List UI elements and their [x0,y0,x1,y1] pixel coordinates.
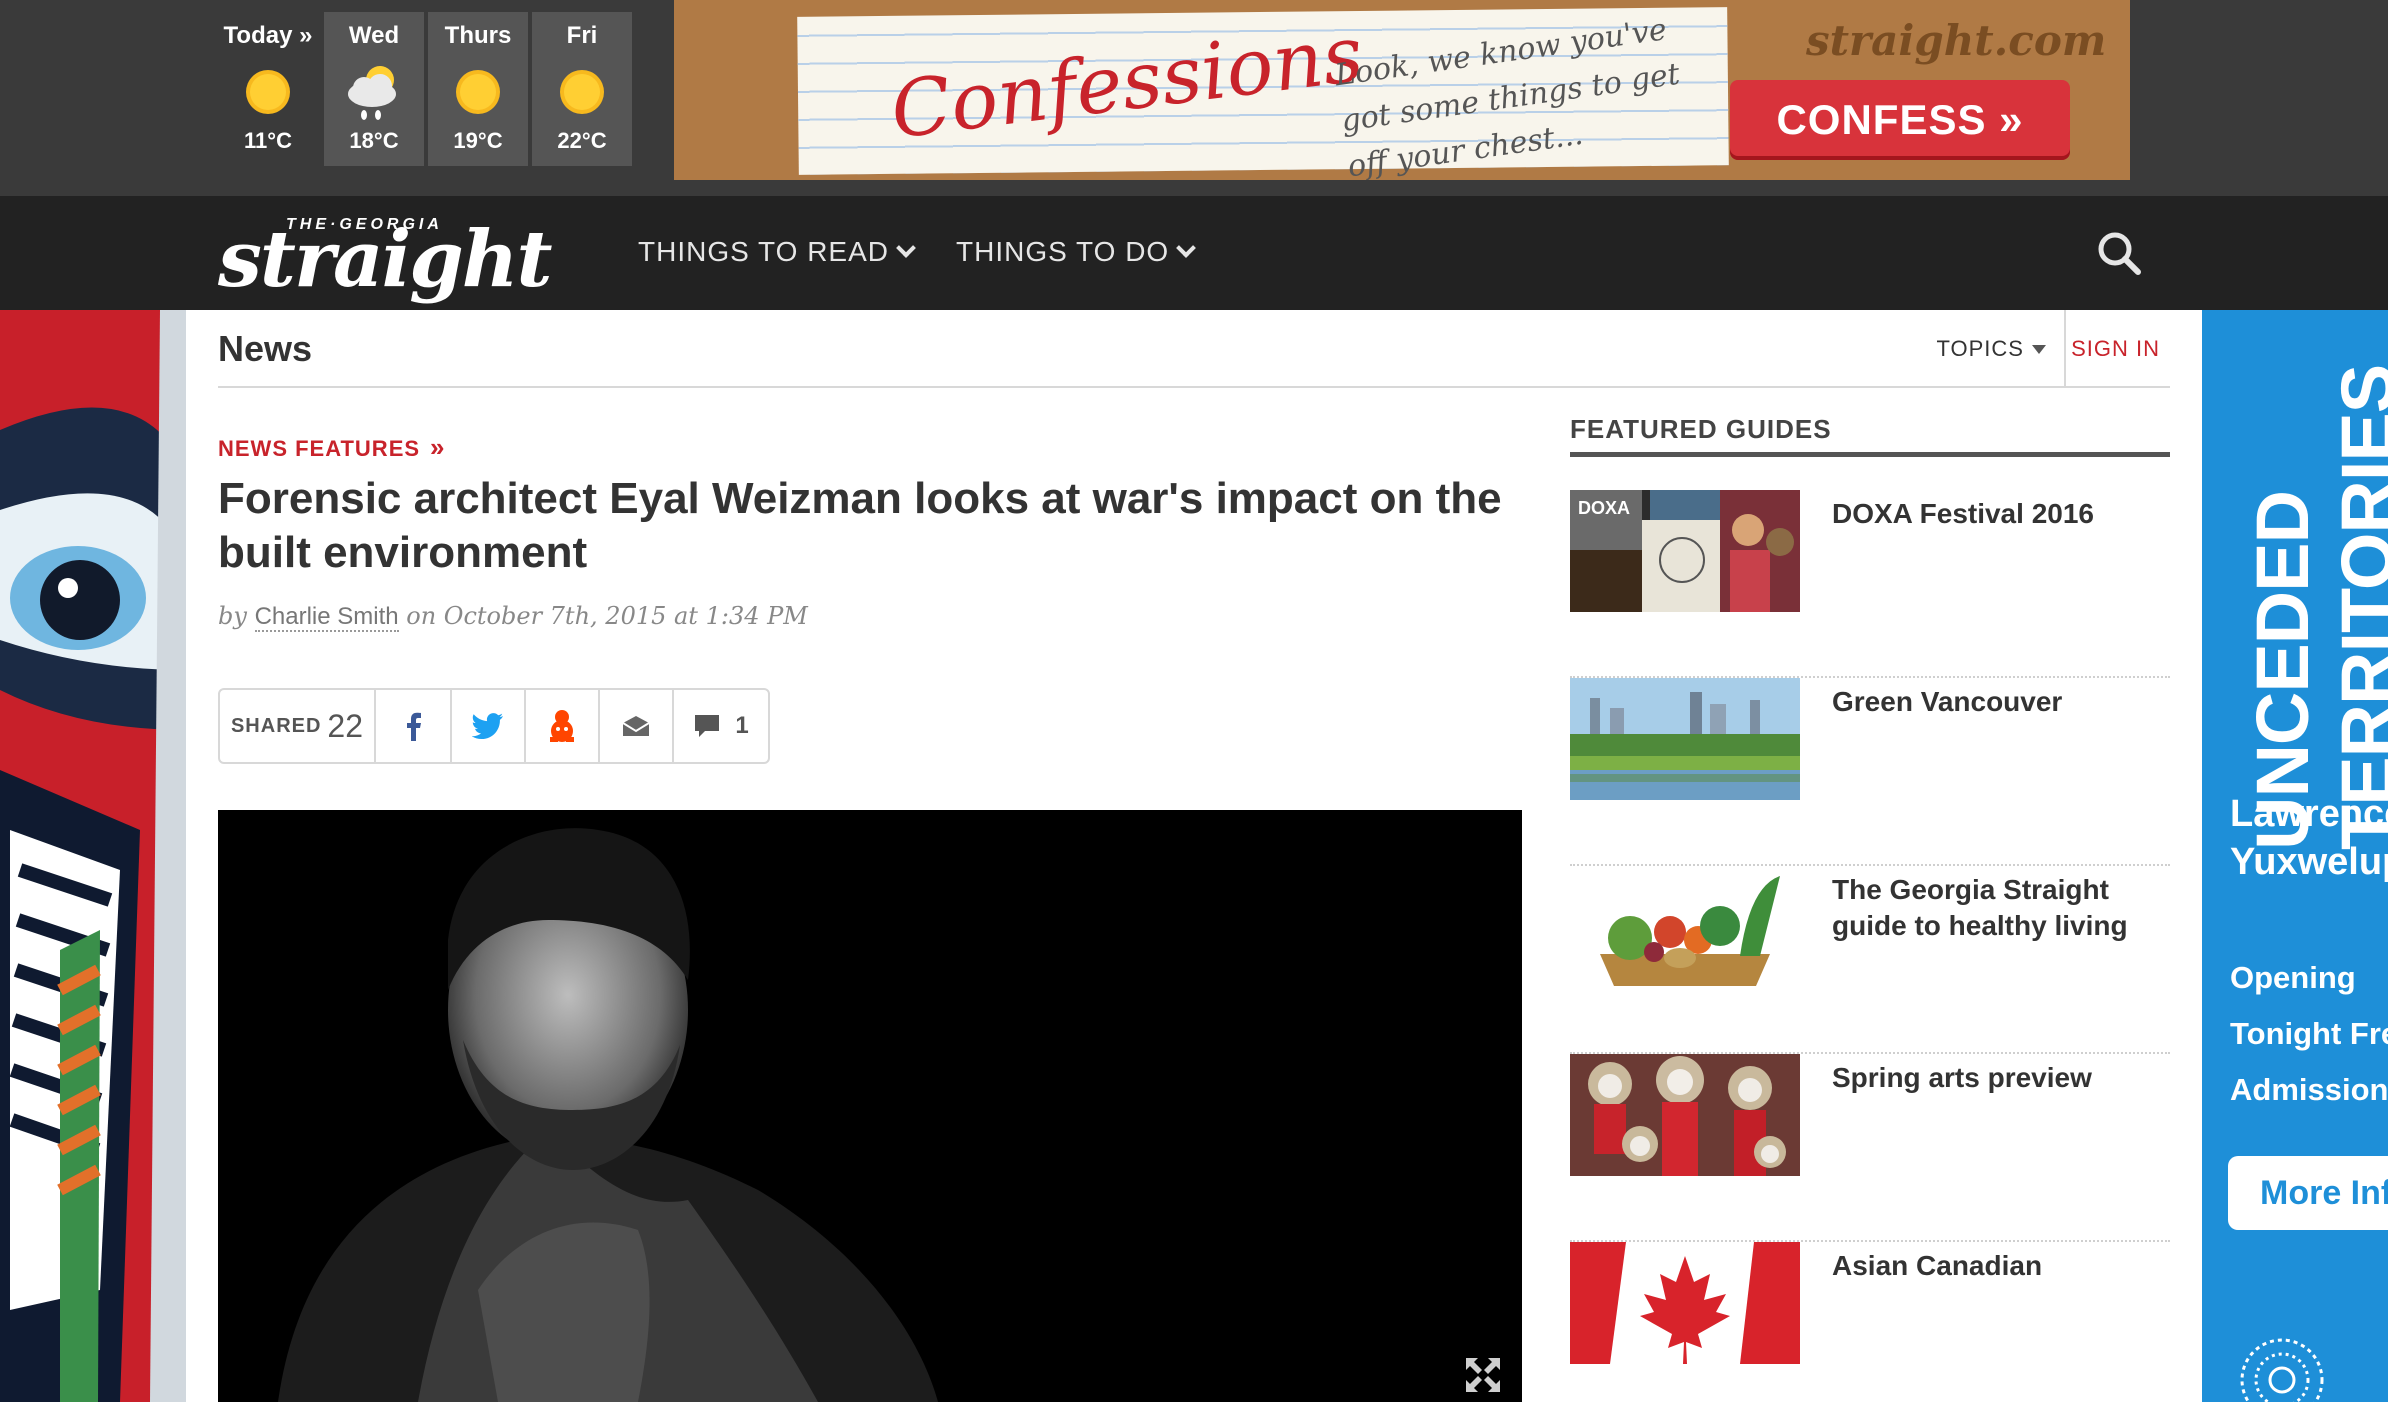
sun-icon [456,70,500,114]
reddit-icon [550,710,574,742]
portrait-photo [218,810,1522,1402]
shared-count-box: SHARED 22 [220,690,376,762]
section-divider [2064,310,2066,386]
chevron-down-icon [896,238,916,258]
confessions-ad-banner[interactable]: Confessions Look, we know you've got som… [674,0,2130,180]
guide-label: DOXA Festival 2016 [1832,498,2094,529]
comment-count: 1 [735,712,749,739]
weather-day-name: Wed [348,22,400,49]
guide-thumbnail-healthy-living [1570,866,1800,988]
weather-day-name: Today » [223,22,313,49]
guide-item[interactable]: Asian Canadian [1570,1242,2170,1402]
chevron-down-icon [1176,238,1197,258]
weather-temp: 19°C [453,128,503,153]
sign-in-link[interactable]: SIGN IN [2071,336,2160,362]
ad-brand: straight.com [1806,16,2107,65]
article-headline: Forensic architect Eyal Weizman looks at… [218,474,1502,577]
expand-icon[interactable] [1462,1354,1504,1396]
right-skin-ad[interactable]: UNCEDED TERRITORIES Lawrence Yuxweluptun… [2202,310,2388,1402]
featured-guides-rule [1570,452,2170,457]
guide-item[interactable]: Green Vancouver [1570,678,2170,866]
comments-button[interactable]: 1 [674,690,768,762]
share-bar: SHARED 22 1 [218,688,770,764]
more-info-button[interactable]: More Info [2228,1156,2388,1230]
article-byline: by Charlie Smith on October 7th, 2015 at… [218,602,808,632]
nav-item-label: THINGS TO READ [638,236,890,267]
weather-temp: 18°C [349,128,399,153]
weather-day-thurs[interactable]: Thurs 19°C [428,12,528,166]
article-category-link[interactable]: NEWS FEATURES » [218,432,446,463]
sun-icon [246,70,290,114]
twitter-icon [472,713,503,739]
article-hero-image[interactable] [218,810,1522,1402]
guide-label: Spring arts preview [1832,1062,2092,1093]
topics-dropdown[interactable]: TOPICS [1936,336,2046,362]
guide-item[interactable]: Spring arts preview [1570,1054,2170,1242]
top-bar: Today » 11°C Wed 18°C Thurs 19°C Fri 22°… [0,0,2388,196]
section-title[interactable]: News [218,328,312,370]
guide-label: Asian Canadian [1832,1250,2043,1281]
email-share-button[interactable] [600,690,674,762]
double-arrow-icon: » [430,432,446,462]
weather-temp: 11°C [244,128,292,153]
topics-label: TOPICS [1936,336,2024,361]
site-logo[interactable]: straight [218,214,552,305]
rain-cloud-icon [348,66,396,120]
weather-day-name: Fri [566,22,598,49]
right-ad-logo-icon [2240,1338,2324,1402]
category-label: NEWS FEATURES [218,436,421,461]
guide-label: Green Vancouver [1832,686,2063,717]
comment-icon [695,715,720,737]
weather-day-name: Thurs [444,22,512,49]
weather-day-today[interactable]: Today » 11°C [218,12,318,166]
guide-thumbnail-spring-arts [1570,1054,1800,1176]
caret-down-icon [2032,345,2046,354]
nav-things-to-do[interactable]: THINGS TO DO [956,236,1197,268]
facebook-share-button[interactable] [376,690,452,762]
guide-item[interactable]: DOXA DOXA Festival 2016 [1570,490,2170,678]
main-nav: THE·GEORGIA straight THINGS TO READ THIN… [0,196,2388,310]
section-header: News TOPICS SIGN IN [218,310,2170,388]
guide-thumbnail-doxa: DOXA [1570,490,1800,612]
sun-icon [560,70,604,114]
guide-item[interactable]: The Georgia Straight guide to healthy li… [1570,866,2170,1054]
weather-temp: 22°C [557,128,607,153]
weather-day-fri[interactable]: Fri 22°C [532,12,632,166]
guide-thumbnail-green-vancouver [1570,678,1800,800]
left-ad-artwork [0,310,186,1402]
author-link[interactable]: Charlie Smith [254,603,399,632]
right-ad-artist-name: Lawrence Yuxweluptun [2230,793,2388,883]
shared-count: 22 [327,707,364,744]
confess-button[interactable]: CONFESS » [1730,80,2070,160]
facebook-icon [407,712,421,741]
nav-item-label: THINGS TO DO [956,236,1170,267]
search-icon[interactable] [2096,230,2142,276]
guide-thumb-text: DOXA [1578,498,1630,518]
guide-label: The Georgia Straight guide to healthy li… [1832,874,2128,941]
twitter-share-button[interactable] [452,690,526,762]
shared-label: SHARED [230,714,322,737]
right-ad-headline: UNCEDED TERRITORIES [2241,364,2388,850]
guide-thumbnail-asian-canadian [1570,1242,1800,1364]
byline-date: on October 7th, 2015 at 1:34 PM [406,602,808,630]
reddit-share-button[interactable] [526,690,600,762]
right-ad-subtitle: Opening Tonight Free Admission [2230,960,2388,1107]
byline-by: by [218,602,247,630]
nav-things-to-read[interactable]: THINGS TO READ [638,236,916,268]
featured-guides-title: FEATURED GUIDES [1570,414,1832,444]
email-icon [622,716,650,736]
left-skin-ad[interactable] [0,310,186,1402]
weather-day-wed[interactable]: Wed 18°C [324,12,424,166]
